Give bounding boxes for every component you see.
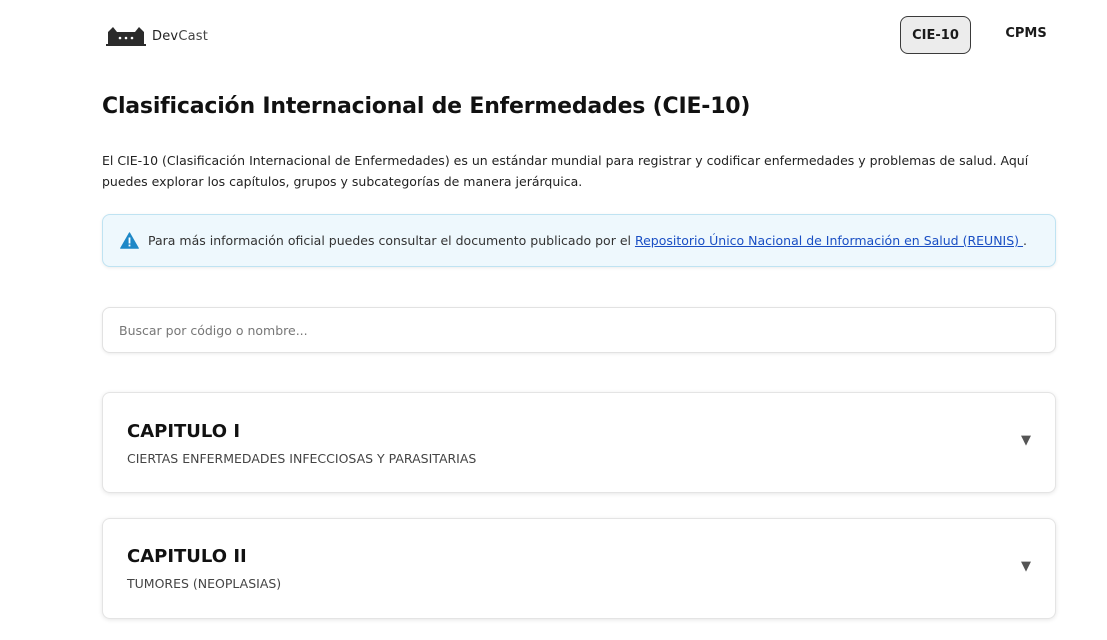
search-box <box>102 307 1056 353</box>
chapter-title: CAPITULO I <box>127 421 241 442</box>
warning-icon <box>120 232 139 249</box>
search-input[interactable] <box>119 308 1055 352</box>
nav-label: CPMS <box>1005 25 1047 41</box>
nav-cie10-button[interactable]: CIE-10 <box>900 16 971 54</box>
chapter-card-1[interactable]: CAPITULO I CIERTAS ENFERMEDADES INFECCIO… <box>102 392 1056 493</box>
nav-cpms-button[interactable]: CPMS <box>993 16 1059 50</box>
info-alert: Para más información oficial puedes cons… <box>102 214 1056 267</box>
intro-line-2: puedes explorar los capítulos, grupos y … <box>102 174 583 189</box>
intro-line-1: El CIE-10 (Clasificación Internacional d… <box>102 153 1029 168</box>
chevron-down-icon[interactable]: ▼ <box>1021 559 1031 574</box>
top-header: DevCast CIE-10 CPMS <box>0 0 1107 72</box>
chapter-subtitle: CIERTAS ENFERMEDADES INFECCIOSAS Y PARAS… <box>127 451 477 466</box>
chapter-subtitle: TUMORES (NEOPLASIAS) <box>127 576 282 591</box>
reunis-link[interactable]: Repositorio Único Nacional de Informació… <box>635 233 1023 248</box>
page-title: Clasificación Internacional de Enfermeda… <box>102 94 751 119</box>
chevron-down-icon[interactable]: ▼ <box>1021 433 1031 448</box>
intro-paragraph: El CIE-10 (Clasificación Internacional d… <box>102 150 1042 192</box>
info-text: Para más información oficial puedes cons… <box>148 233 1028 248</box>
nav-label: CIE-10 <box>912 27 959 43</box>
chapter-title: CAPITULO II <box>127 546 247 567</box>
main-nav: CIE-10 CPMS <box>0 16 1107 56</box>
chapter-card-2[interactable]: CAPITULO II TUMORES (NEOPLASIAS) ▼ <box>102 518 1056 619</box>
